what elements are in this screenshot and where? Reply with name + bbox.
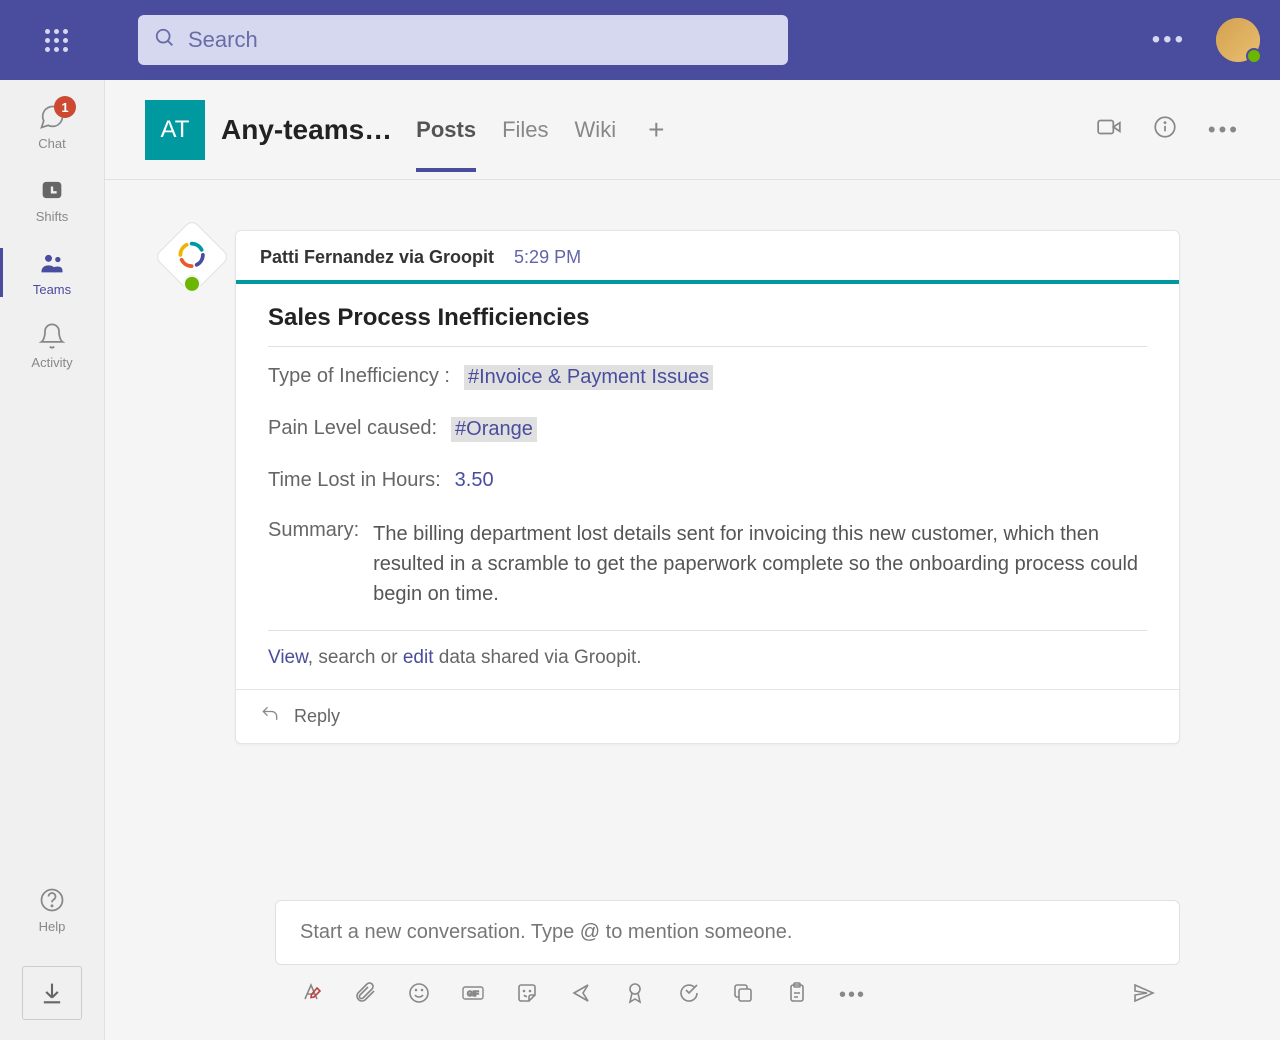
chat-badge: 1 — [54, 96, 76, 118]
send-now-icon[interactable] — [569, 981, 593, 1010]
search-input[interactable] — [188, 27, 772, 53]
top-header: ••• — [0, 0, 1280, 80]
header-right: ••• — [1152, 18, 1260, 62]
more-icon[interactable]: ••• — [839, 984, 866, 1007]
sidebar-item-label: Help — [39, 919, 66, 934]
reply-icon — [260, 704, 280, 729]
post-author: Patti Fernandez via Groopit — [260, 247, 494, 268]
card-body: Sales Process Inefficiencies Type of Ine… — [236, 284, 1179, 689]
channel-tabs: Posts Files Wiki + — [416, 99, 670, 161]
post-card: Patti Fernandez via Groopit 5:29 PM Sale… — [235, 230, 1180, 744]
format-icon[interactable] — [299, 981, 323, 1010]
tab-files[interactable]: Files — [502, 99, 548, 161]
field-label: Type of Inefficiency : — [268, 365, 450, 390]
compose-area: GIF ••• — [105, 900, 1280, 1040]
field-label: Pain Level caused: — [268, 417, 437, 442]
search-box[interactable] — [138, 15, 788, 65]
field-value-tag: #Invoice & Payment Issues — [464, 365, 713, 390]
chat-icon: 1 — [38, 102, 66, 132]
sidebar-item-label: Shifts — [36, 209, 69, 224]
approval-icon[interactable] — [677, 981, 701, 1010]
sidebar-item-label: Chat — [38, 136, 65, 151]
reply-button[interactable]: Reply — [236, 689, 1179, 743]
download-icon — [38, 978, 66, 1008]
view-link[interactable]: View — [268, 647, 308, 668]
waffle-icon[interactable] — [45, 29, 68, 52]
post-header: Patti Fernandez via Groopit 5:29 PM — [236, 231, 1179, 280]
presence-available-icon — [183, 275, 201, 293]
emoji-icon[interactable] — [407, 981, 431, 1010]
summary-text: The billing department lost details sent… — [373, 519, 1147, 609]
field-label: Time Lost in Hours: — [268, 469, 441, 492]
channel-avatar: AT — [145, 100, 205, 160]
sidebar-item-chat[interactable]: 1 Chat — [0, 90, 104, 163]
card-footer: View, search or edit data shared via Gro… — [268, 631, 1147, 669]
reply-label: Reply — [294, 706, 340, 727]
compose-toolbar: GIF ••• — [275, 965, 1180, 1010]
sticker-icon[interactable] — [515, 981, 539, 1010]
compose-box[interactable] — [275, 900, 1180, 965]
field-pain-level: Pain Level caused: #Orange — [268, 399, 1147, 451]
svg-text:GIF: GIF — [467, 991, 479, 998]
footer-text: , search or — [308, 647, 403, 668]
sidebar-item-download[interactable] — [22, 966, 82, 1020]
channel-actions: ••• — [1096, 114, 1240, 145]
post-app-avatar — [154, 219, 230, 295]
channel-name: Any-teams… — [221, 114, 392, 146]
video-icon[interactable] — [1096, 114, 1122, 145]
post-timestamp: 5:29 PM — [514, 247, 581, 268]
tab-wiki[interactable]: Wiki — [575, 99, 617, 161]
task-icon[interactable] — [785, 981, 809, 1010]
post-item: Patti Fernandez via Groopit 5:29 PM Sale… — [165, 230, 1180, 744]
shifts-icon — [38, 175, 66, 205]
edit-link[interactable]: edit — [403, 647, 434, 668]
sidebar-item-shifts[interactable]: Shifts — [0, 163, 104, 236]
praise-icon[interactable] — [623, 981, 647, 1010]
more-icon[interactable]: ••• — [1208, 117, 1240, 143]
gif-icon[interactable]: GIF — [461, 981, 485, 1010]
sidebar-item-help[interactable]: Help — [0, 873, 104, 946]
help-icon — [38, 885, 66, 915]
tab-posts[interactable]: Posts — [416, 99, 476, 161]
field-value-tag: #Orange — [451, 417, 537, 442]
send-icon[interactable] — [1132, 981, 1156, 1010]
app-sidebar: 1 Chat Shifts Teams Activity Help — [0, 80, 105, 1040]
channel-header: AT Any-teams… Posts Files Wiki + ••• — [105, 80, 1280, 180]
field-time-lost: Time Lost in Hours: 3.50 — [268, 451, 1147, 501]
field-label: Summary: — [268, 519, 359, 542]
presence-available-icon — [1246, 48, 1262, 64]
more-icon[interactable]: ••• — [1152, 26, 1186, 54]
posts-area: Patti Fernandez via Groopit 5:29 PM Sale… — [105, 180, 1280, 900]
sidebar-item-teams[interactable]: Teams — [0, 236, 104, 309]
sidebar-item-activity[interactable]: Activity — [0, 309, 104, 382]
sidebar-item-label: Activity — [31, 355, 72, 370]
sidebar-item-label: Teams — [33, 282, 71, 297]
compose-input[interactable] — [300, 921, 1155, 944]
info-icon[interactable] — [1152, 114, 1178, 145]
user-avatar[interactable] — [1216, 18, 1260, 62]
field-type-inefficiency: Type of Inefficiency : #Invoice & Paymen… — [268, 347, 1147, 399]
teams-icon — [38, 248, 66, 278]
field-summary: Summary: The billing department lost det… — [268, 501, 1147, 618]
groopit-logo-icon — [177, 240, 207, 270]
card-title: Sales Process Inefficiencies — [268, 304, 1147, 347]
copy-icon[interactable] — [731, 981, 755, 1010]
main-content: AT Any-teams… Posts Files Wiki + ••• — [105, 80, 1280, 1040]
attach-icon[interactable] — [353, 981, 377, 1010]
add-tab-button[interactable]: + — [642, 114, 670, 146]
field-value: 3.50 — [455, 469, 494, 492]
footer-text: data shared via Groopit. — [433, 647, 641, 668]
activity-icon — [38, 321, 66, 351]
search-icon — [154, 27, 176, 54]
